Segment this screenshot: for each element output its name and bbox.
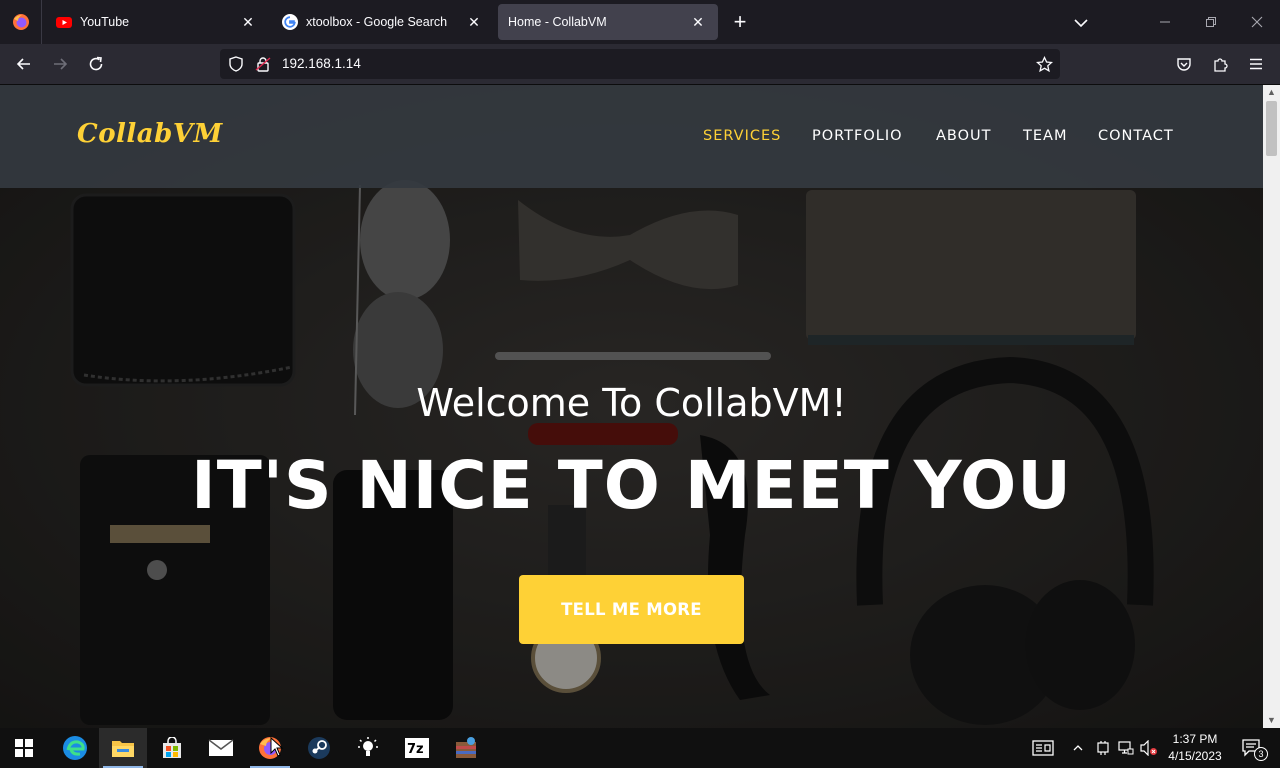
steam-icon	[308, 737, 330, 759]
tab-label: xtoolbox - Google Search	[306, 15, 448, 29]
taskbar-tips[interactable]	[344, 728, 392, 768]
clock-time: 1:37 PM	[1172, 732, 1218, 746]
tray-volume-icon[interactable]	[1138, 728, 1160, 768]
arrow-right-icon	[54, 58, 68, 70]
reload-button[interactable]	[82, 50, 110, 78]
pocket-button[interactable]	[1170, 50, 1198, 78]
firefox-view-button[interactable]	[0, 0, 42, 44]
mail-icon	[208, 739, 234, 756]
taskbar-winrar[interactable]	[442, 728, 490, 768]
minimize-button[interactable]	[1142, 0, 1188, 44]
close-tab-icon[interactable]: ✕	[238, 12, 258, 32]
tell-me-more-button[interactable]: TELL ME MORE	[519, 575, 744, 644]
puzzle-icon	[1214, 58, 1228, 72]
news-icon	[1032, 740, 1054, 756]
firefox-icon	[12, 14, 29, 30]
pocket-icon	[1177, 58, 1191, 71]
google-icon	[282, 14, 298, 30]
tab-label: Home - CollabVM	[508, 15, 607, 29]
extensions-button[interactable]	[1206, 50, 1234, 78]
lock-insecure-icon[interactable]	[255, 56, 271, 72]
network-icon	[1118, 741, 1134, 755]
page-scrollbar[interactable]: ▲ ▼	[1263, 85, 1280, 728]
taskbar-edge[interactable]	[51, 728, 99, 768]
tray-network-icon[interactable]	[1115, 728, 1137, 768]
close-icon	[1251, 16, 1263, 28]
tab-collabvm[interactable]: Home - CollabVM ✕	[498, 4, 718, 40]
restore-icon	[1206, 17, 1216, 27]
hero-subheading: Welcome To CollabVM!	[416, 381, 847, 425]
tab-google-search[interactable]: xtoolbox - Google Search ✕	[272, 4, 494, 40]
taskbar-microsoft-store[interactable]	[148, 728, 196, 768]
taskbar-clock[interactable]: 1:37 PM 4/15/2023	[1164, 731, 1226, 765]
app-menu-button[interactable]	[1242, 50, 1270, 78]
lightbulb-icon	[358, 737, 378, 756]
clock-date: 4/15/2023	[1168, 749, 1222, 763]
bookmark-star-icon[interactable]	[1036, 56, 1053, 73]
minimize-icon	[1160, 21, 1170, 23]
windows-logo-icon	[15, 739, 33, 757]
taskbar-7zip[interactable]: 7z	[393, 728, 441, 768]
mouse-cursor-icon	[270, 737, 284, 757]
new-tab-button[interactable]: +	[728, 10, 752, 34]
notification-center-button[interactable]: 3	[1234, 728, 1270, 768]
youtube-icon	[56, 17, 72, 28]
scroll-up-arrow-icon[interactable]: ▲	[1263, 85, 1280, 99]
winrar-icon	[456, 737, 476, 758]
7zip-icon: 7z	[405, 738, 429, 758]
usb-device-icon	[1097, 741, 1109, 755]
hamburger-menu-icon	[1250, 58, 1262, 70]
address-bar[interactable]: 192.168.1.14	[220, 49, 1060, 79]
notification-count-badge: 3	[1254, 747, 1268, 761]
close-tab-icon[interactable]: ✕	[464, 12, 484, 32]
scrollbar-thumb[interactable]	[1266, 101, 1277, 156]
store-icon	[163, 737, 181, 758]
nav-link-portfolio[interactable]: PORTFOLIO	[812, 128, 903, 144]
hero-heading: IT'S NICE TO MEET YOU	[191, 447, 1072, 524]
tray-news-button[interactable]	[1028, 728, 1058, 768]
taskbar-mail[interactable]	[197, 728, 245, 768]
nav-link-contact[interactable]: CONTACT	[1098, 128, 1174, 144]
scroll-down-arrow-icon[interactable]: ▼	[1263, 713, 1280, 727]
start-button[interactable]	[0, 728, 48, 768]
tray-show-hidden-icons[interactable]	[1068, 728, 1088, 768]
close-tab-icon[interactable]: ✕	[688, 12, 708, 32]
restore-button[interactable]	[1188, 0, 1234, 44]
nav-link-services[interactable]: SERVICES	[703, 128, 781, 144]
reload-icon	[89, 56, 103, 71]
tray-device-icon[interactable]	[1092, 728, 1114, 768]
url-text: 192.168.1.14	[282, 56, 361, 71]
edge-icon	[63, 736, 87, 760]
arrow-left-icon	[16, 58, 30, 70]
site-navbar: CollabVM SERVICES PORTFOLIO ABOUT TEAM C…	[0, 85, 1263, 188]
close-window-button[interactable]	[1234, 0, 1280, 44]
nav-link-team[interactable]: TEAM	[1023, 128, 1067, 144]
windows-taskbar: 7z 1:37 PM 4/15/2023 3	[0, 728, 1280, 768]
svg-text:7z: 7z	[407, 742, 424, 757]
taskbar-file-explorer[interactable]	[99, 728, 147, 768]
folder-icon	[112, 741, 134, 757]
back-button[interactable]	[10, 50, 38, 78]
list-all-tabs-button[interactable]	[1070, 12, 1092, 34]
forward-button[interactable]	[46, 50, 74, 78]
tab-youtube[interactable]: YouTube ✕	[46, 4, 268, 40]
chevron-up-icon	[1073, 745, 1083, 751]
tab-label: YouTube	[80, 15, 130, 29]
browser-toolbar: 192.168.1.14	[0, 44, 1280, 85]
nav-link-about[interactable]: ABOUT	[936, 128, 992, 144]
volume-muted-icon	[1140, 740, 1157, 756]
site-logo[interactable]: CollabVM	[77, 119, 223, 149]
browser-tab-strip: YouTube ✕ xtoolbox - Google Search ✕ Hom…	[0, 0, 1280, 44]
taskbar-steam[interactable]	[295, 728, 343, 768]
web-page: CollabVM SERVICES PORTFOLIO ABOUT TEAM C…	[0, 85, 1263, 728]
shield-icon[interactable]	[228, 56, 244, 72]
chevron-down-icon	[1074, 19, 1088, 28]
hero-section: CollabVM SERVICES PORTFOLIO ABOUT TEAM C…	[0, 85, 1263, 728]
